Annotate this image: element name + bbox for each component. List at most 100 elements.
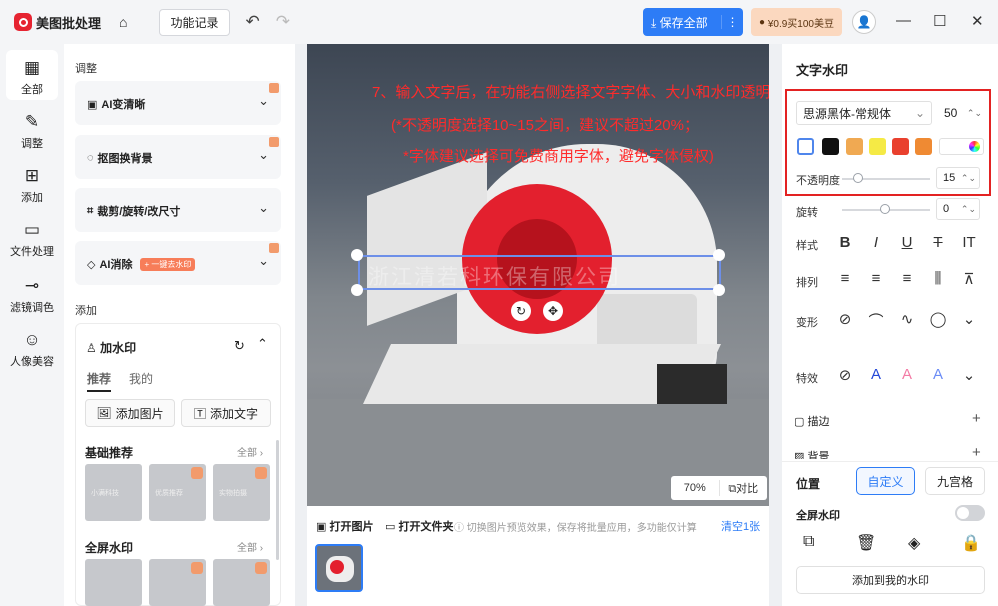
color-swatch-white[interactable] bbox=[797, 138, 814, 155]
color-swatch-yellow[interactable] bbox=[869, 138, 886, 155]
position-grid-button[interactable]: 九宫格 bbox=[925, 467, 985, 495]
resize-handle[interactable] bbox=[351, 284, 363, 296]
nav-all[interactable]: ▦ 全部 bbox=[6, 50, 58, 100]
avatar[interactable]: 👤 bbox=[852, 10, 876, 34]
watermark-selection[interactable]: 浙江清若科环保有限公司 bbox=[358, 255, 721, 290]
justify-icon[interactable]: ⫼ bbox=[927, 270, 949, 288]
color-swatch-orange[interactable] bbox=[846, 138, 863, 155]
open-folder-button[interactable]: ▭ 打开文件夹 bbox=[385, 518, 453, 534]
compare-button[interactable]: ⧉对比 bbox=[718, 480, 768, 496]
add-stroke-icon[interactable]: + bbox=[972, 410, 981, 427]
layers-icon[interactable]: ◈ bbox=[908, 533, 920, 553]
add-image-button[interactable]: 🖼 添加图片 bbox=[85, 399, 175, 427]
resize-handle[interactable] bbox=[713, 284, 725, 296]
font-select[interactable]: 思源黑体-常规体 ⌄ bbox=[796, 101, 932, 125]
move-handle-icon[interactable]: ✥ bbox=[543, 301, 563, 321]
add-to-my-watermark-button[interactable]: 添加到我的水印 bbox=[796, 566, 985, 594]
vertical-text-button[interactable]: IT bbox=[958, 234, 980, 251]
chevron-down-icon[interactable]: ⌄ bbox=[958, 310, 980, 331]
rotate-slider-handle[interactable] bbox=[880, 204, 890, 214]
opacity-input[interactable]: 15 ⌃⌄ bbox=[936, 167, 980, 189]
nav-file[interactable]: ▭ 文件处理 bbox=[0, 220, 64, 259]
no-effect-icon[interactable]: ⊘ bbox=[834, 366, 856, 384]
save-all-button[interactable]: ⤓ 保存全部 ⋮ bbox=[643, 8, 743, 36]
image-canvas[interactable]: 7、输入文字后，在功能右侧选择文字字体、大小和水印透明度 (*不透明度选择10~… bbox=[307, 44, 769, 506]
italic-button[interactable]: I bbox=[865, 234, 887, 251]
cutout-icon: ◌ bbox=[87, 152, 94, 164]
nav-add[interactable]: ⊞ 添加 bbox=[0, 166, 64, 205]
color-swatch-red[interactable] bbox=[892, 138, 909, 155]
chevron-down-icon[interactable]: ⌄ bbox=[958, 366, 980, 384]
watermark-thumb[interactable] bbox=[85, 559, 142, 606]
view-all-link[interactable]: 全部 › bbox=[237, 444, 263, 459]
watermark-thumb[interactable]: 优质推荐 bbox=[149, 464, 206, 521]
duplicate-icon[interactable]: ⧉ bbox=[803, 533, 814, 551]
add-background-icon[interactable]: + bbox=[972, 444, 981, 461]
nav-label: 文件处理 bbox=[10, 246, 54, 258]
rotate-handle-icon[interactable]: ↻ bbox=[511, 301, 531, 321]
redo-icon[interactable]: ↷ bbox=[276, 12, 290, 32]
effect-gradient-icon[interactable]: A bbox=[927, 366, 949, 384]
nav-beauty[interactable]: ☺ 人像美容 bbox=[0, 330, 64, 369]
no-transform-icon[interactable]: ⊘ bbox=[834, 310, 856, 331]
watermark-thumb[interactable] bbox=[213, 559, 270, 606]
stepper-icon[interactable]: ⌃⌄ bbox=[961, 204, 976, 215]
color-swatch-black[interactable] bbox=[822, 138, 839, 155]
stepper-icon[interactable]: ⌃⌄ bbox=[967, 108, 982, 119]
minimize-icon[interactable]: — bbox=[896, 12, 911, 29]
view-all-link[interactable]: 全部 › bbox=[237, 539, 263, 554]
rotate-input[interactable]: 0 ⌃⌄ bbox=[936, 198, 980, 220]
home-icon[interactable]: ⌂ bbox=[119, 14, 127, 30]
tool-ai-erase[interactable]: ◇ AI消除 + 一键去水印 ⌄ bbox=[75, 241, 281, 285]
undo-icon[interactable]: ↶ bbox=[246, 12, 260, 32]
tab-recommend[interactable]: 推荐 bbox=[87, 370, 112, 392]
stepper-icon[interactable]: ⌃⌄ bbox=[961, 173, 976, 184]
underline-button[interactable]: U bbox=[896, 234, 918, 251]
tool-cutout[interactable]: ◌ 抠图换背景 ⌄ bbox=[75, 135, 281, 179]
tool-crop[interactable]: ⌗ 裁剪/旋转/改尺寸 ⌄ bbox=[75, 188, 281, 232]
circle-icon[interactable]: ◯ bbox=[927, 310, 949, 331]
tab-mine[interactable]: 我的 bbox=[129, 370, 153, 392]
delete-icon[interactable]: 🗑 bbox=[856, 533, 876, 553]
panel-scrollbar[interactable] bbox=[276, 440, 279, 560]
zoom-level[interactable]: 70% bbox=[671, 482, 719, 494]
align-center-icon[interactable]: ≡ bbox=[865, 270, 887, 288]
reset-icon[interactable]: ↻ bbox=[234, 338, 245, 354]
watermark-thumb[interactable] bbox=[149, 559, 206, 606]
watermark-thumb[interactable]: 实物拍摄 bbox=[213, 464, 270, 521]
background-section[interactable]: ▨ 背景 bbox=[794, 448, 829, 459]
opacity-slider-handle[interactable] bbox=[853, 173, 863, 183]
color-swatch-amber[interactable] bbox=[915, 138, 932, 155]
maximize-icon[interactable]: ☐ bbox=[933, 12, 946, 30]
close-icon[interactable]: ✕ bbox=[971, 12, 984, 30]
fullscreen-toggle[interactable] bbox=[955, 505, 985, 521]
open-image-button[interactable]: ▣ 打开图片 bbox=[316, 518, 373, 534]
more-icon[interactable]: ⋮ bbox=[721, 15, 743, 29]
strikethrough-button[interactable]: T bbox=[927, 234, 949, 251]
align-left-icon[interactable]: ≡ bbox=[834, 270, 856, 288]
stroke-section[interactable]: ▢ 描边 bbox=[794, 413, 829, 429]
tool-ai-sharpen[interactable]: ▣ AI变清晰 ⌄ bbox=[75, 81, 281, 125]
lock-icon[interactable]: 🔒 bbox=[961, 533, 981, 553]
resize-handle[interactable] bbox=[351, 249, 363, 261]
position-custom-button[interactable]: 自定义 bbox=[856, 467, 915, 495]
clear-button[interactable]: 清空1张 bbox=[721, 518, 760, 534]
effect-blue-icon[interactable]: A bbox=[865, 366, 887, 384]
wave-icon[interactable]: ∿ bbox=[896, 310, 918, 331]
bold-button[interactable]: B bbox=[834, 234, 856, 251]
arc-icon[interactable]: ⌒ bbox=[865, 310, 887, 331]
chevron-up-icon[interactable]: ⌃ bbox=[257, 336, 268, 352]
watermark-thumb[interactable]: 小满科技 bbox=[85, 464, 142, 521]
custom-color-picker[interactable] bbox=[939, 138, 984, 155]
image-thumbnail[interactable] bbox=[315, 544, 363, 592]
font-size-stepper[interactable]: 50 ⌃⌄ bbox=[936, 101, 986, 125]
nav-filter[interactable]: ⊸ 滤镜调色 bbox=[0, 276, 64, 315]
align-vertical-icon[interactable]: ⊼ bbox=[958, 270, 980, 288]
history-button[interactable]: 功能记录 bbox=[159, 8, 230, 36]
resize-handle[interactable] bbox=[713, 249, 725, 261]
nav-adjust[interactable]: ✎ 调整 bbox=[0, 112, 64, 151]
effect-pink-icon[interactable]: A bbox=[896, 366, 918, 384]
promo-button[interactable]: ● ¥0.9买100美豆 bbox=[751, 8, 842, 36]
add-text-button[interactable]: 🅃 添加文字 bbox=[181, 399, 271, 427]
align-right-icon[interactable]: ≡ bbox=[896, 270, 918, 288]
